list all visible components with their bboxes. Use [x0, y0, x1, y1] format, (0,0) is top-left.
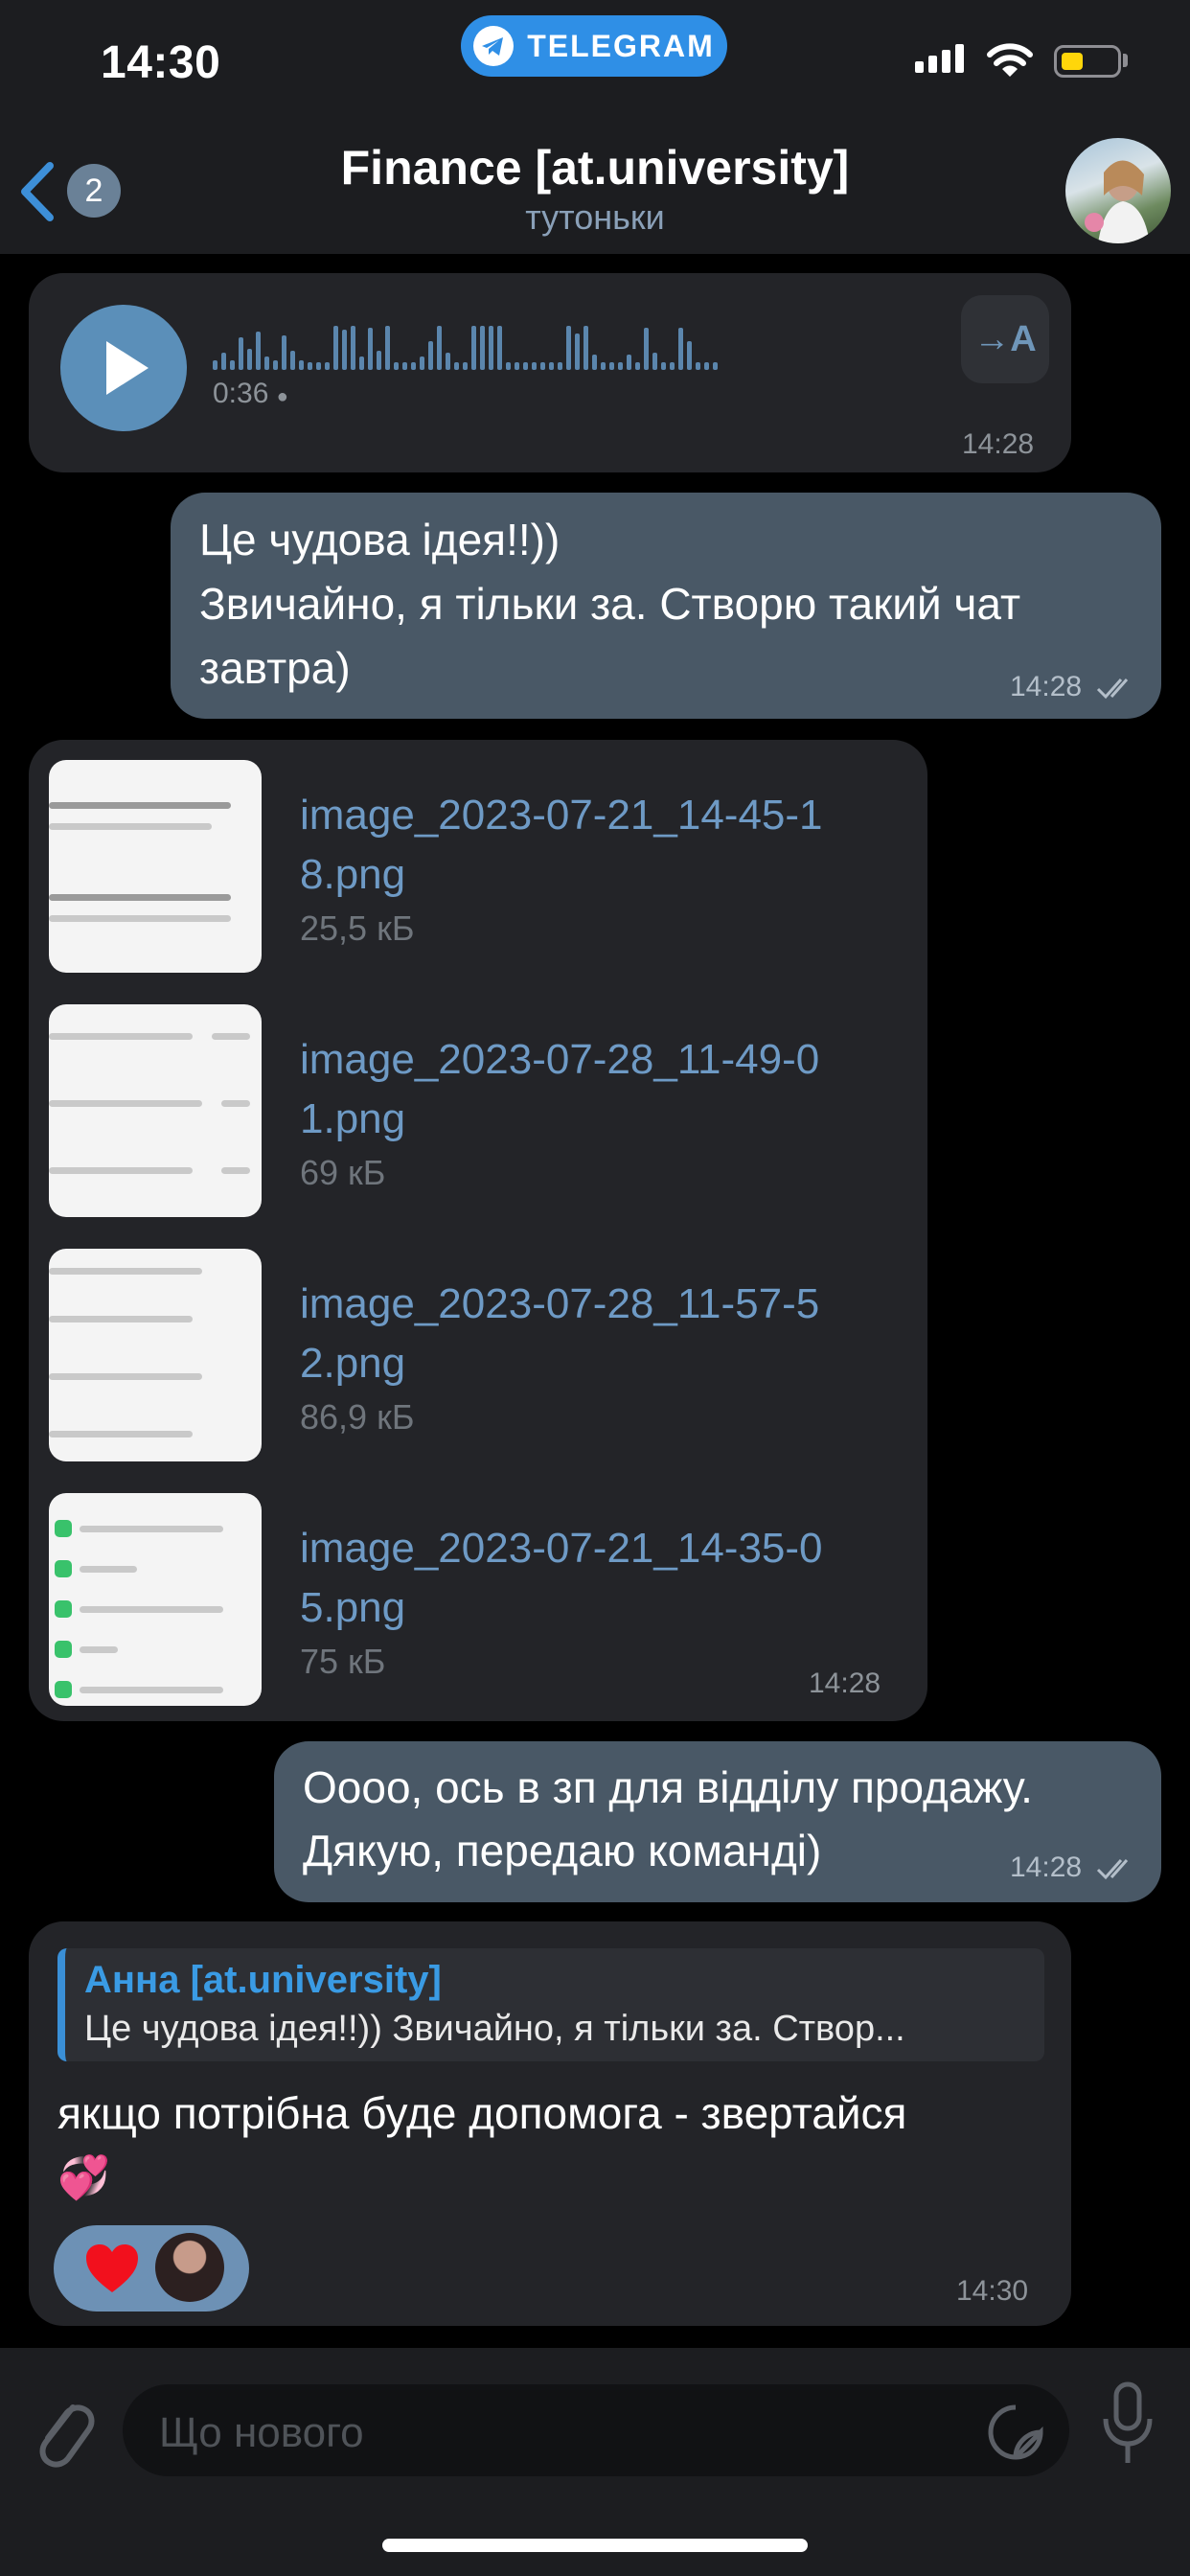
chat-title[interactable]: Finance [at.university] — [249, 140, 941, 196]
chat-subtitle: тутоньки — [525, 197, 665, 237]
message-text-line: Оооо, ось в зп для відділу продажу. — [303, 1762, 1033, 1812]
file-name[interactable]: image_2023-07-28_11-57-5 2.png — [300, 1275, 913, 1393]
message-time: 14:30 — [956, 2275, 1029, 2307]
heart-reaction-icon — [86, 2244, 138, 2292]
message-time: 14:28 — [809, 1668, 881, 1699]
sticker-icon[interactable] — [987, 2404, 1044, 2461]
file-size: 25,5 кБ — [300, 908, 415, 948]
reply-author: Анна [at.university] — [84, 1959, 442, 2001]
microphone-icon[interactable] — [1100, 2379, 1156, 2474]
file-thumbnail[interactable] — [49, 760, 262, 973]
message-input-placeholder: Що нового — [159, 2409, 364, 2456]
battery-icon — [1054, 45, 1121, 78]
voice-waveform[interactable] — [213, 316, 718, 370]
message-time: 14:28 — [1010, 671, 1083, 702]
telegram-pill-label: TELEGRAM — [527, 28, 715, 63]
file-thumbnail[interactable] — [49, 1249, 262, 1461]
file-size: 86,9 кБ — [300, 1397, 415, 1437]
message-text-line: завтра) — [199, 643, 351, 693]
hearts-emoji: 💞 — [57, 2154, 110, 2201]
attachment-icon[interactable] — [29, 2386, 96, 2472]
play-button[interactable] — [60, 305, 187, 431]
double-check-icon — [1096, 678, 1129, 700]
wifi-icon — [987, 43, 1033, 77]
message-text-line: Це чудова ідея!!)) — [199, 515, 561, 564]
play-icon — [106, 341, 149, 395]
file-thumbnail[interactable] — [49, 1493, 262, 1706]
telegram-icon — [473, 26, 515, 66]
reactor-avatar — [155, 2233, 224, 2302]
file-name[interactable]: image_2023-07-21_14-45-1 8.png — [300, 786, 913, 905]
message-text-line: якщо потрібна буде допомога - звертайся — [57, 2088, 907, 2138]
reply-preview-text: Це чудова ідея!!)) Звичайно, я тільки за… — [84, 2009, 905, 2049]
status-time: 14:30 — [101, 37, 221, 88]
unread-count-badge: 2 — [67, 164, 121, 218]
home-indicator[interactable] — [382, 2539, 808, 2552]
file-name[interactable]: image_2023-07-28_11-49-0 1.png — [300, 1030, 913, 1149]
file-size: 75 кБ — [300, 1642, 386, 1681]
telegram-pill[interactable]: TELEGRAM — [461, 15, 727, 77]
avatar-photo — [1085, 160, 1150, 243]
chat-avatar[interactable] — [1065, 138, 1171, 243]
message-text-line: Звичайно, я тільки за. Створю такий чат — [199, 579, 1021, 629]
battery-cap — [1123, 54, 1128, 67]
cellular-signal-icon — [915, 44, 964, 73]
message-time: 14:28 — [962, 428, 1035, 460]
message-text-line: Дякую, передаю команді) — [303, 1826, 822, 1875]
message-time: 14:28 — [1010, 1852, 1083, 1883]
file-name[interactable]: image_2023-07-21_14-35-0 5.png — [300, 1519, 913, 1638]
transcribe-button[interactable]: →A — [961, 295, 1049, 383]
double-check-icon — [1096, 1859, 1129, 1880]
file-size: 69 кБ — [300, 1153, 386, 1192]
file-thumbnail[interactable] — [49, 1004, 262, 1217]
voice-duration: 0:36 ● — [213, 378, 288, 409]
chevron-left-icon — [21, 162, 54, 221]
transcribe-icon: →A — [973, 318, 1037, 359]
